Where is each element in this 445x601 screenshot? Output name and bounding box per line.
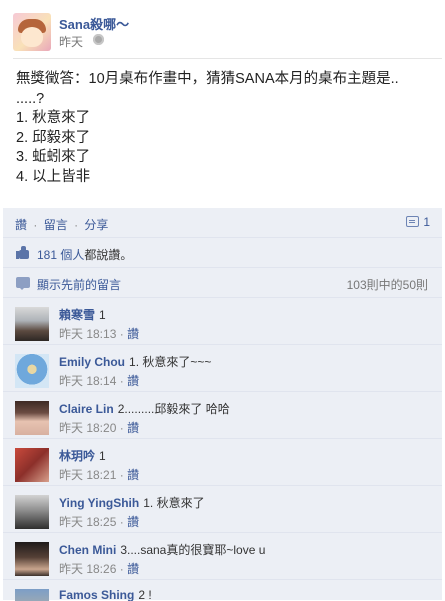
comment-time[interactable]: 昨天 18:21 [59, 468, 116, 482]
comment-count-value: 1 [423, 215, 430, 229]
comment-range: 103則中的50則 [346, 278, 428, 292]
commenter-name[interactable]: 林玥吟 [59, 449, 95, 463]
separator: · [119, 515, 124, 529]
actions-bar: 讚 · 留言 · 分享 1 [3, 208, 442, 238]
comment-text: 2.........邱毅來了 哈哈 [117, 402, 230, 416]
post-line: .....? [16, 90, 45, 107]
share-link[interactable]: 分享 [84, 218, 108, 232]
comment-like-link[interactable]: 讚 [127, 421, 139, 435]
avatar-face [21, 27, 43, 47]
post-line: 3. 蚯蚓來了 [16, 149, 91, 165]
separator: · [119, 562, 124, 576]
comment-icon [406, 216, 420, 227]
separator: · [119, 374, 124, 388]
commenter-avatar[interactable] [15, 542, 49, 576]
comment-time[interactable]: 昨天 18:14 [59, 374, 116, 388]
comment-link[interactable]: 留言 [44, 218, 68, 232]
comment-item: Emily Chou 1. 秋意來了~~~ 昨天 18:14 · 讚 [3, 345, 442, 392]
comment-like-link[interactable]: 讚 [127, 468, 139, 482]
comment-item: Famos Shing 2 ! [3, 580, 442, 601]
post-header: Sana殺哪～ 昨天 [13, 13, 433, 53]
commenter-avatar[interactable] [15, 401, 49, 435]
separator: · [74, 218, 79, 232]
comment-text: 1. 秋意來了~~~ [129, 355, 212, 369]
comment-count[interactable]: 1 [406, 215, 430, 229]
comment-item: 賴寒雪 1 昨天 18:13 · 讚 [3, 298, 442, 345]
comment-bubble-icon [16, 277, 30, 290]
comment-text: 1 [99, 449, 106, 463]
comment-time[interactable]: 昨天 18:26 [59, 562, 116, 576]
comment-text: 1 [99, 308, 106, 322]
comment-text: 2 ! [138, 588, 152, 601]
commenter-avatar[interactable] [15, 589, 49, 601]
separator: · [119, 468, 124, 482]
commenter-avatar[interactable] [15, 307, 49, 341]
feedback-panel: 讚 · 留言 · 分享 1 181 個人都說讚。 顯示先前的留言 103則中的5… [3, 208, 442, 601]
separator: · [119, 421, 124, 435]
commenter-name[interactable]: Ying YingShih [59, 496, 139, 510]
commenter-name[interactable]: Claire Lin [59, 402, 114, 416]
likes-count-link[interactable]: 181 個人 [37, 248, 84, 262]
post-time[interactable]: 昨天 [59, 33, 83, 50]
globe-icon [93, 34, 104, 45]
comment-item: 林玥吟 1 昨天 18:21 · 讚 [3, 439, 442, 486]
commenter-name[interactable]: Chen Mini [59, 543, 116, 557]
post-line: 無獎徵答：10月桌布作畫中，猜猜SANA本月的桌布主題是.. [16, 71, 399, 87]
comment-text: 3....sana真的很寶耶~love u [120, 543, 266, 557]
previous-comments-row: 顯示先前的留言 103則中的50則 [3, 268, 442, 298]
comment-item: Ying YingShih 1. 秋意來了 昨天 18:25 · 讚 [3, 486, 442, 533]
separator: · [33, 218, 38, 232]
commenter-name[interactable]: 賴寒雪 [59, 308, 95, 322]
like-link[interactable]: 讚 [15, 218, 27, 232]
comment-text: 1. 秋意來了 [143, 496, 205, 510]
comment-item: Claire Lin 2.........邱毅來了 哈哈 昨天 18:20 · 讚 [3, 392, 442, 439]
likes-suffix: 都說讚。 [84, 248, 133, 262]
commenter-avatar[interactable] [15, 448, 49, 482]
author-name[interactable]: Sana殺哪～ [59, 14, 129, 33]
comment-item: Chen Mini 3....sana真的很寶耶~love u 昨天 18:26 … [3, 533, 442, 580]
comment-like-link[interactable]: 讚 [127, 562, 139, 576]
commenter-avatar[interactable] [15, 354, 49, 388]
comment-like-link[interactable]: 讚 [127, 327, 139, 341]
divider [13, 58, 442, 59]
comment-time[interactable]: 昨天 18:20 [59, 421, 116, 435]
comment-time[interactable]: 昨天 18:13 [59, 327, 116, 341]
separator: · [119, 327, 124, 341]
likes-summary: 181 個人都說讚。 [3, 238, 442, 268]
comment-like-link[interactable]: 讚 [127, 515, 139, 529]
post-line: 4. 以上皆非 [16, 168, 91, 185]
commenter-name[interactable]: Famos Shing [59, 588, 134, 601]
author-avatar[interactable] [13, 13, 51, 51]
comment-time[interactable]: 昨天 18:25 [59, 515, 116, 529]
view-previous-comments-link[interactable]: 顯示先前的留言 [37, 276, 121, 293]
post-text: 無獎徵答：10月桌布作畫中，猜猜SANA本月的桌布主題是.. .....? 1.… [16, 70, 431, 187]
commenter-avatar[interactable] [15, 495, 49, 529]
comment-like-link[interactable]: 讚 [127, 374, 139, 388]
commenter-name[interactable]: Emily Chou [59, 355, 125, 369]
post-line: 1. 秋意來了 [16, 110, 91, 126]
thumbs-up-icon [16, 246, 30, 259]
post-line: 2. 邱毅來了 [16, 129, 91, 146]
